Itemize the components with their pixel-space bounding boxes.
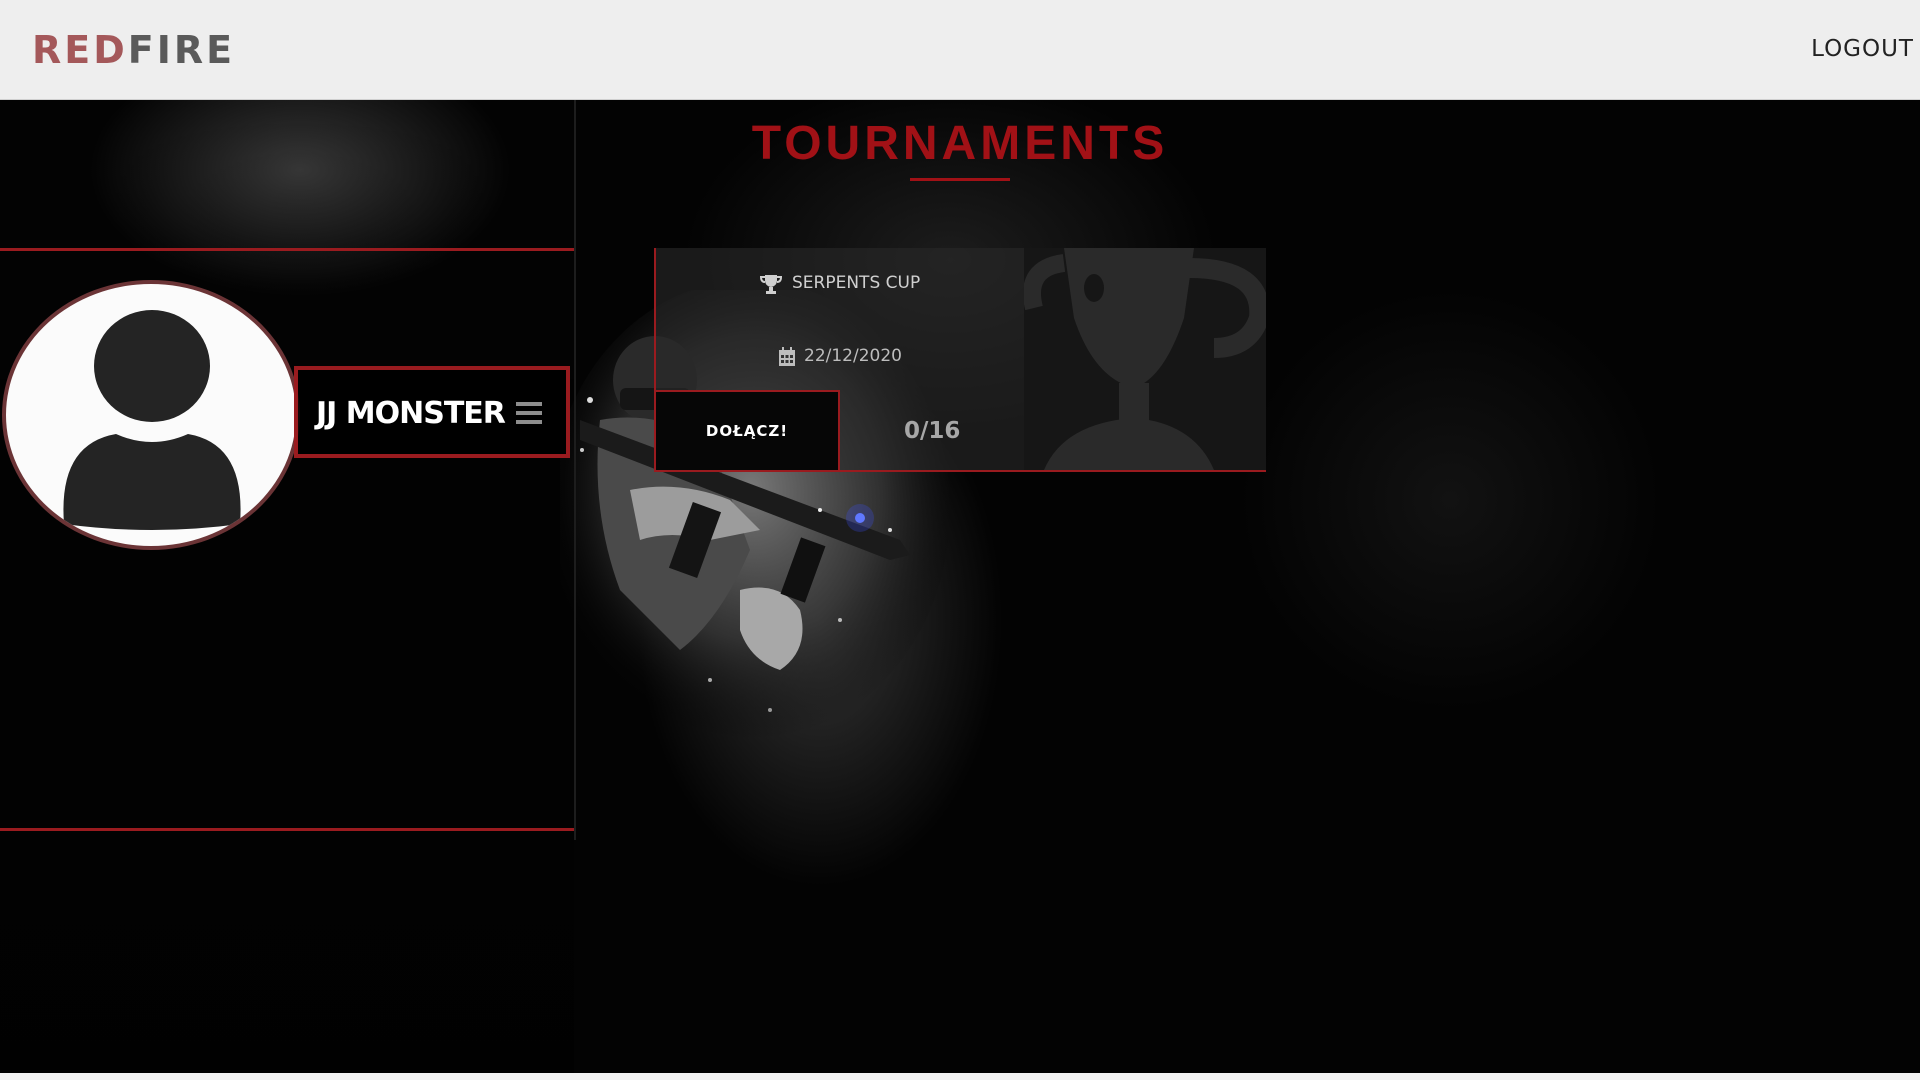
avatar[interactable]	[2, 280, 300, 550]
logout-link[interactable]: LOGOUT	[1811, 36, 1914, 62]
top-nav-bar: REDFIRE LOGOUT	[0, 0, 1920, 100]
user-avatar-icon	[63, 310, 241, 530]
trophy-icon	[760, 275, 782, 294]
tournament-trophy-art	[1024, 248, 1266, 470]
calendar-icon	[779, 347, 795, 366]
page-title-underline	[910, 178, 1010, 181]
profile-divider-bottom	[0, 828, 574, 831]
profile-panel-shade	[0, 100, 574, 1073]
tournament-slots: 0/16	[904, 418, 961, 444]
join-button[interactable]: DOŁĄCZ!	[656, 390, 840, 470]
tournament-date: 22/12/2020	[804, 346, 902, 366]
brand-logo-red: RED	[32, 28, 128, 72]
tournament-card[interactable]: SERPENTS CUP 22/12/2020 DOŁĄCZ! 0/16	[654, 248, 1266, 472]
brand-logo[interactable]: REDFIRE	[32, 28, 235, 72]
profile-divider-top	[0, 248, 574, 251]
main-content: JJ MONSTER TOURNAMENTS SERPENTS CUP 22/1…	[0, 100, 1920, 1073]
page-title: TOURNAMENTS	[751, 117, 1169, 170]
tournament-info: SERPENTS CUP 22/12/2020 DOŁĄCZ! 0/16	[656, 248, 1024, 470]
hamburger-menu-icon[interactable]	[516, 400, 544, 426]
tournament-name: SERPENTS CUP	[792, 273, 921, 293]
bottom-strip	[0, 1073, 1920, 1080]
username-box: JJ MONSTER	[294, 366, 570, 458]
trophy-icon	[1024, 248, 1266, 470]
brand-logo-fire: FIRE	[127, 28, 236, 72]
panel-divider	[574, 100, 576, 840]
username: JJ MONSTER	[316, 396, 506, 431]
